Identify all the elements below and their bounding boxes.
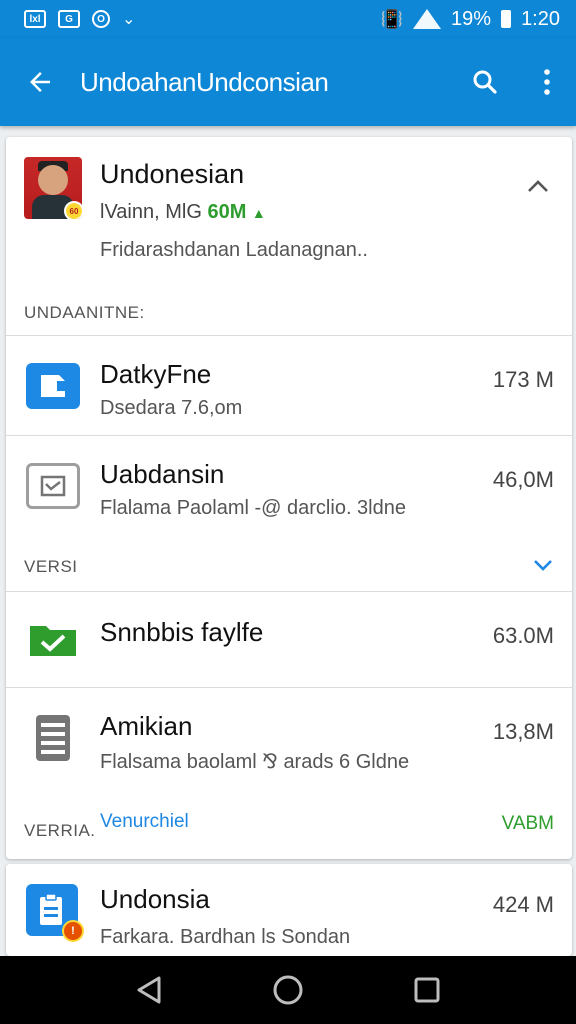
clipboard-icon: ! — [26, 884, 84, 942]
header-title: Undonesian — [100, 159, 245, 189]
chevron-down-icon — [534, 560, 552, 571]
search-button[interactable] — [452, 38, 518, 126]
app-bar: UndoahanUndconsian — [0, 38, 576, 126]
file-icon — [26, 363, 80, 409]
vibrate-icon: 📳 — [380, 8, 404, 29]
chevron-down-icon: ⌄ — [122, 11, 136, 28]
header-size-badge: 60M — [207, 201, 247, 223]
section-size: VABM — [501, 813, 554, 834]
search-icon — [473, 70, 497, 94]
upload-icon: ▲ — [251, 205, 266, 221]
item-title: Undonsia — [100, 884, 210, 914]
section-label-2: VERSI — [24, 557, 78, 576]
list-item-amikian[interactable]: Amikian Flalsama baolaml ⅋ arads 6 Gldne… — [6, 689, 572, 785]
item-size: 63.0M — [492, 623, 554, 648]
item-title: DatkyFne — [100, 359, 212, 389]
document-icon — [26, 715, 80, 761]
divider — [6, 435, 572, 436]
header-description: Fridarashdanan Ladanagnan.. — [100, 239, 368, 261]
square-recents-icon — [414, 977, 440, 1003]
content-card-2: ! Undonsia Farkara. Bardhan ls Sondan 42… — [6, 864, 572, 956]
page-title: UndoahanUndconsian — [80, 66, 329, 97]
header-app-item[interactable]: 60 Undonesian lVainn, MlG 60M ▲ Fridaras… — [6, 137, 572, 287]
expand-button[interactable] — [532, 555, 554, 578]
divider — [6, 335, 572, 336]
gallery-icon: G — [58, 10, 80, 28]
navigation-bar — [0, 956, 576, 1024]
list-item-datkyfne[interactable]: DatkyFne Dsedara 7.6,om 173 M — [6, 337, 572, 433]
item-title: Snnbbis faylfe — [100, 617, 264, 647]
collapse-button[interactable] — [518, 171, 558, 201]
mail-icon — [26, 463, 80, 509]
arrow-back-icon — [30, 72, 50, 92]
nav-home-button[interactable] — [258, 960, 318, 1020]
more-vert-icon — [544, 69, 550, 95]
clock: 1:20 — [521, 7, 560, 30]
triangle-back-icon — [137, 976, 161, 1004]
chevron-up-icon — [528, 180, 548, 192]
list-item-undonsia[interactable]: ! Undonsia Farkara. Bardhan ls Sondan 42… — [6, 864, 572, 956]
record-icon: O — [92, 10, 110, 28]
item-size: 173 M — [492, 367, 554, 392]
header-subtitle-text: lVainn, MlG — [100, 201, 202, 223]
back-button[interactable] — [0, 38, 80, 126]
avatar: 60 — [24, 157, 82, 219]
item-title: Amikian — [100, 711, 193, 741]
section-label-1: UNDAANITNE: — [24, 303, 145, 322]
more-options-button[interactable] — [518, 38, 576, 126]
signal-icon — [413, 9, 442, 29]
item-subtitle: Farkara. Bardhan ls Sondan — [100, 926, 351, 948]
status-bar: lxl G O ⌄ 📳 19% 1:20 — [0, 0, 576, 38]
list-item-uabdansin[interactable]: Uabdansin Flalama Paolaml -@ darclio. 3l… — [6, 437, 572, 533]
face-shape — [38, 165, 68, 195]
header-subtitle: lVainn, MlG 60M ▲ — [100, 201, 266, 224]
view-link[interactable]: Venurchiel — [100, 811, 189, 833]
item-subtitle: Flalsama baolaml ⅋ arads 6 Gldne — [100, 751, 410, 773]
battery-icon — [501, 10, 512, 28]
avatar-badge: 60 — [64, 201, 82, 219]
status-right: 📳 19% 1:20 — [381, 8, 560, 31]
item-subtitle: Dsedara 7.6,om — [100, 397, 243, 419]
item-subtitle: Flalama Paolaml -@ darclio. 3ldne — [100, 497, 406, 519]
section-label-3: VERRIA. — [24, 821, 96, 840]
item-title: Uabdansin — [100, 459, 225, 489]
divider — [6, 687, 572, 688]
item-size: 46,0M — [492, 467, 554, 492]
item-size: 13,8M — [492, 719, 554, 744]
notification-icon: lxl — [24, 10, 46, 28]
status-left-icons: lxl G O ⌄ — [24, 9, 135, 29]
item-size: 424 M — [492, 892, 554, 917]
content-card: 60 Undonesian lVainn, MlG 60M ▲ Fridaras… — [6, 137, 572, 859]
nav-back-button[interactable] — [119, 960, 179, 1020]
circle-home-icon — [273, 975, 303, 1005]
battery-percent: 19% — [451, 7, 492, 30]
list-item-snnbbis[interactable]: Snnbbis faylfe 63.0M — [6, 589, 572, 685]
nav-recents-button[interactable] — [397, 960, 457, 1020]
folder-check-icon — [26, 615, 80, 661]
alert-badge-icon: ! — [62, 920, 84, 942]
